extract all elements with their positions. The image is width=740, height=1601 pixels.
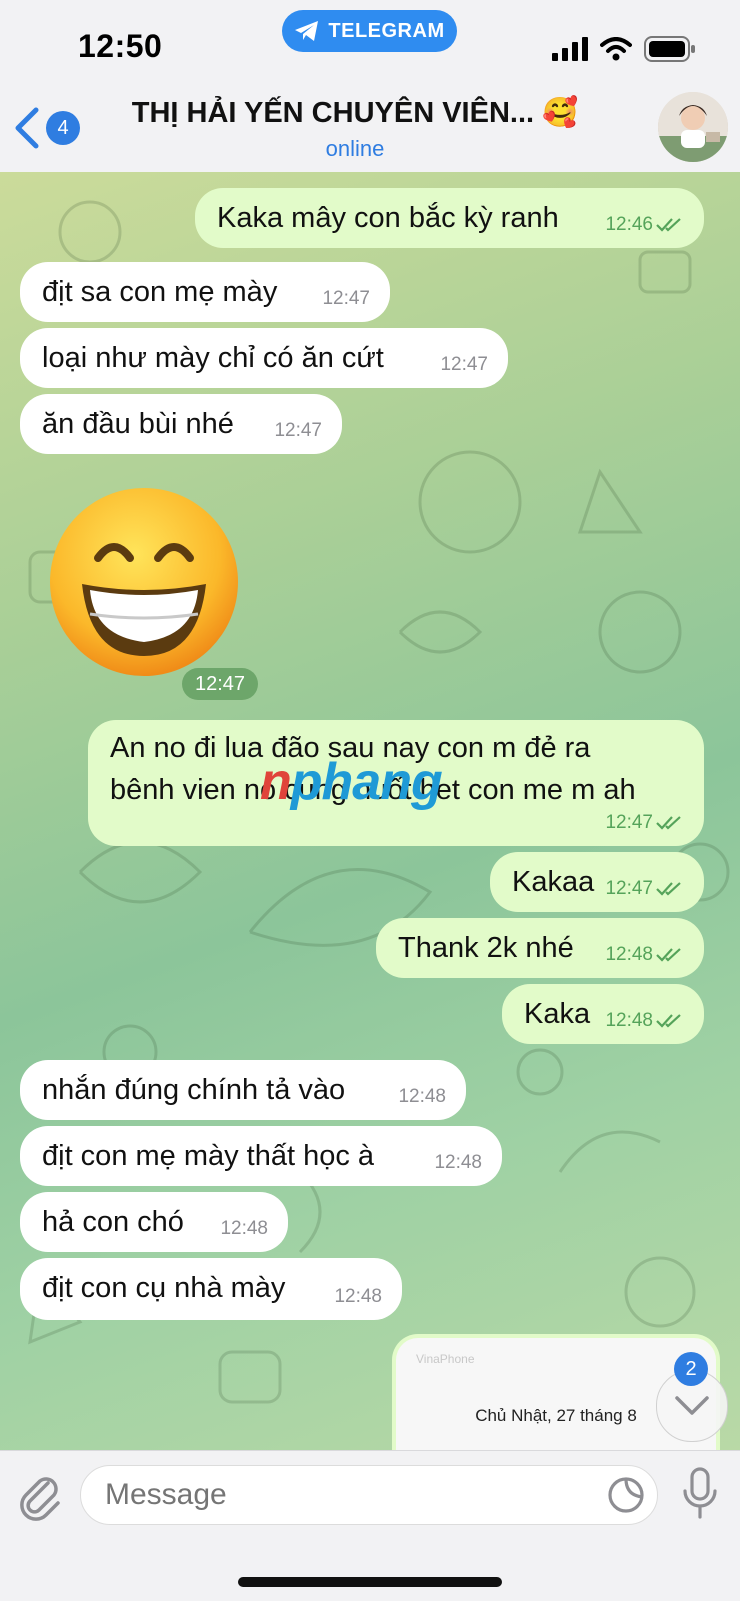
double-check-icon <box>656 218 681 232</box>
telegram-return-pill[interactable]: TELEGRAM <box>282 10 457 52</box>
message-text: loại như mày chỉ có ăn cứt <box>42 342 384 374</box>
double-check-icon <box>656 882 681 896</box>
signal-icon <box>552 37 588 61</box>
message-bubble-incoming[interactable]: địt sa con mẹ mày 12:47 <box>20 262 390 322</box>
message-time: 12:48 <box>220 1218 268 1239</box>
avatar[interactable] <box>658 92 728 162</box>
telegram-pill-label: TELEGRAM <box>328 19 445 42</box>
message-time: 12:48 <box>605 1010 684 1032</box>
new-messages-badge: 2 <box>674 1352 708 1386</box>
message-time: 12:48 <box>334 1286 382 1307</box>
status-bar: 12:50 TELEGRAM <box>0 0 740 86</box>
message-text: Kaka <box>524 998 591 1030</box>
message-time: 12:47 <box>440 354 488 375</box>
message-text: Kakaa <box>512 866 595 898</box>
system-icons <box>552 36 696 62</box>
sticker-icon[interactable] <box>606 1475 646 1515</box>
message-bubble-incoming[interactable]: địt con cụ nhà mày 12:48 <box>20 1258 402 1320</box>
chat-header: 4 THỊ HẢI YẾN CHUYÊN VIÊN... 🥰 online <box>0 86 740 173</box>
back-button[interactable]: 4 <box>12 106 80 150</box>
wifi-icon <box>600 37 632 61</box>
emoji-time: 12:47 <box>182 668 258 700</box>
watermark-part1: n <box>260 753 292 811</box>
message-time: 12:47 <box>605 812 684 834</box>
message-bubble-outgoing[interactable]: Kakaa 12:47 <box>490 852 704 912</box>
message-time: 12:47 <box>322 288 370 309</box>
grinning-face-emoji <box>50 488 238 676</box>
message-text: hả con chó <box>42 1206 184 1238</box>
message-text: Kaka mây con bắc kỳ ranh <box>217 202 559 234</box>
message-bubble-incoming[interactable]: địt con mẹ mày thất học à 12:48 <box>20 1126 502 1186</box>
microphone-icon[interactable] <box>682 1467 718 1521</box>
message-bubble-incoming[interactable]: nhắn đúng chính tả vào 12:48 <box>20 1060 466 1120</box>
message-text: địt con mẹ mày thất học à <box>42 1140 375 1172</box>
watermark: nphang <box>260 752 443 812</box>
message-bubble-outgoing[interactable]: Thank 2k nhé 12:48 <box>376 918 704 978</box>
clock: 12:50 <box>78 28 163 64</box>
double-check-icon <box>656 948 681 962</box>
chat-status: online <box>325 136 385 161</box>
message-input[interactable] <box>80 1465 658 1525</box>
message-text: nhắn đúng chính tả vào <box>42 1074 346 1106</box>
paperclip-icon[interactable] <box>18 1469 62 1521</box>
double-check-icon <box>656 816 681 830</box>
battery-icon <box>644 36 695 62</box>
message-text: ăn đầu bùi nhé <box>42 408 234 440</box>
home-indicator <box>238 1577 502 1587</box>
chat-title[interactable]: THỊ HẢI YẾN CHUYÊN VIÊN... 🥰 <box>100 96 610 130</box>
message-bubble-outgoing[interactable]: Kaka 12:48 <box>502 984 704 1044</box>
message-time: 12:48 <box>398 1086 446 1107</box>
message-bubble-incoming[interactable]: ăn đầu bùi nhé 12:47 <box>20 394 342 454</box>
chat-title-text: THỊ HẢI YẾN CHUYÊN VIÊN... <box>131 97 535 129</box>
message-time: 12:48 <box>605 944 684 966</box>
message-bubble-incoming[interactable]: hả con chó 12:48 <box>20 1192 288 1252</box>
screenshot-carrier: VinaPhone <box>416 1352 475 1366</box>
message-text: địt sa con mẹ mày <box>42 276 278 308</box>
message-bubble-outgoing[interactable]: Kaka mây con bắc kỳ ranh 12:46 <box>195 188 704 248</box>
telegram-plane-icon <box>295 21 319 41</box>
watermark-part2: phang <box>290 753 443 811</box>
message-text: địt con cụ nhà mày <box>42 1272 286 1304</box>
message-bubble-incoming[interactable]: loại như mày chỉ có ăn cứt 12:47 <box>20 328 508 388</box>
contact-photo <box>658 92 728 162</box>
unread-count-badge: 4 <box>46 111 80 145</box>
composer-bar <box>0 1450 740 1601</box>
message-time: 12:48 <box>434 1152 482 1173</box>
chevron-left-icon <box>15 107 39 149</box>
message-time: 12:47 <box>605 878 684 900</box>
chevron-down-icon <box>675 1396 709 1415</box>
message-time: 12:46 <box>605 214 684 236</box>
message-time: 12:47 <box>274 420 322 441</box>
message-text: Thank 2k nhé <box>398 932 574 964</box>
double-check-icon <box>656 1014 681 1028</box>
smiling-hearts-emoji: 🥰 <box>542 97 579 129</box>
